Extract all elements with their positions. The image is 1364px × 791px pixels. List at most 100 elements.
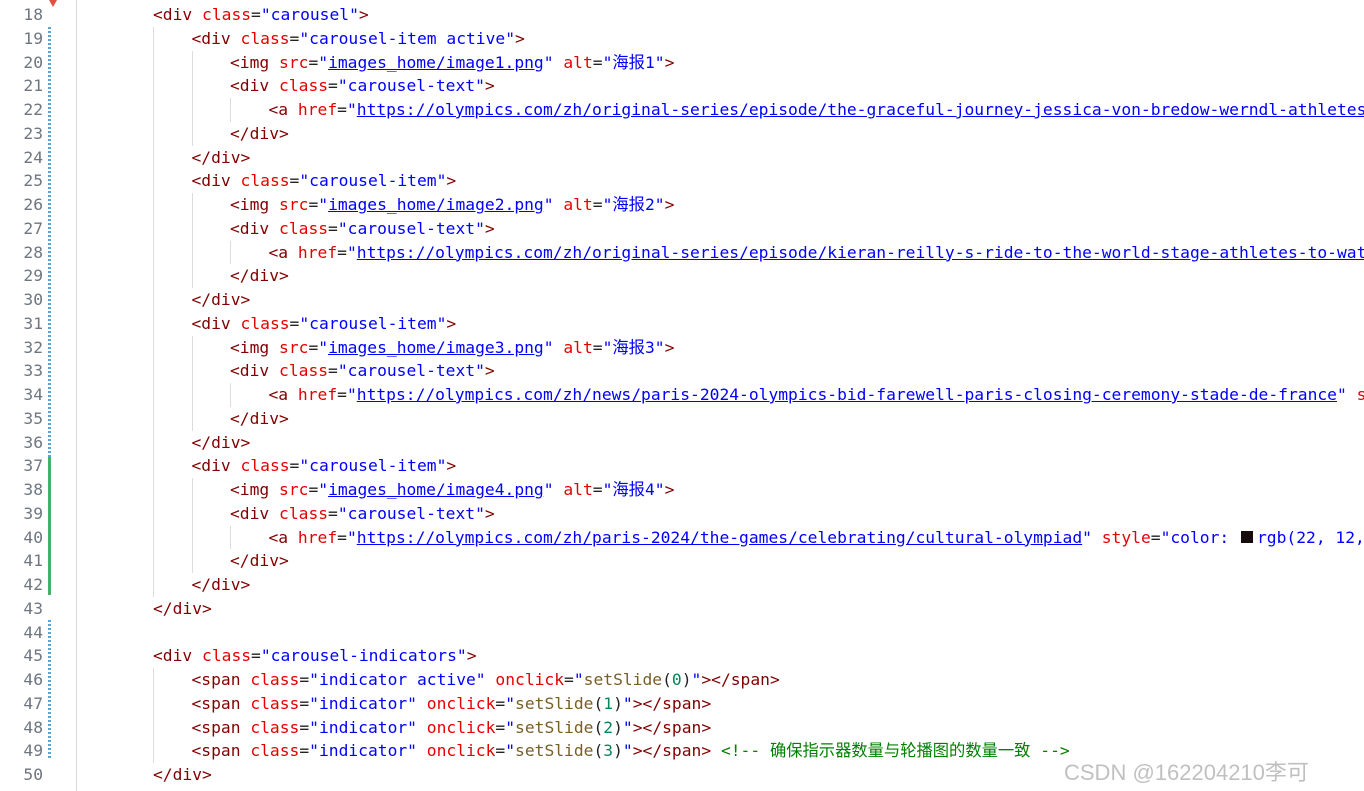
code-line[interactable]: <img src="images_home/image4.png" alt="海… bbox=[230, 478, 674, 502]
punctuation-token bbox=[417, 741, 427, 760]
indent-guide bbox=[153, 478, 154, 502]
string-token: "carousel-text" bbox=[337, 503, 485, 523]
code-line[interactable]: <div class="carousel-text"> bbox=[230, 502, 495, 526]
code-line[interactable]: <img src="images_home/image2.png" alt="海… bbox=[230, 193, 674, 217]
diff-added-bar[interactable] bbox=[48, 457, 51, 595]
link-token[interactable]: https://olympics.com/zh/original-series/… bbox=[357, 100, 1364, 119]
tag-token: > bbox=[446, 313, 457, 333]
code-line[interactable]: <div class="carousel-item"> bbox=[192, 454, 457, 478]
punctuation-token: = bbox=[299, 670, 310, 689]
tag-token: <div bbox=[230, 218, 270, 238]
code-line[interactable]: <a href="https://olympics.com/zh/paris-2… bbox=[269, 526, 1364, 550]
punctuation-token: = bbox=[337, 100, 347, 119]
indent-guide bbox=[153, 264, 154, 288]
diff-modified-bar[interactable] bbox=[48, 27, 51, 484]
link-token[interactable]: images_home/image4.png bbox=[328, 480, 544, 499]
indent-guide bbox=[230, 383, 231, 407]
indent-guide bbox=[191, 98, 193, 122]
indent-guide bbox=[191, 478, 193, 502]
indent-guide bbox=[191, 74, 193, 98]
code-line[interactable]: </div> bbox=[153, 597, 212, 621]
diff-modified-bar[interactable] bbox=[48, 620, 51, 760]
code-line[interactable]: </div> bbox=[153, 763, 212, 787]
string-token: rgb(22, 12, 12);" bbox=[1257, 527, 1364, 547]
tag-token: <a bbox=[268, 385, 289, 404]
indent-guide bbox=[153, 430, 154, 455]
code-line[interactable]: </div> bbox=[192, 146, 251, 170]
code-line[interactable]: <div class="carousel-text"> bbox=[230, 217, 495, 241]
indent-guide bbox=[191, 525, 193, 550]
attribute-token: class bbox=[250, 693, 300, 713]
attribute-token: alt bbox=[563, 480, 593, 499]
punctuation-token: ( bbox=[662, 670, 672, 689]
code-line[interactable]: <a href="https://olympics.com/zh/origina… bbox=[269, 98, 1364, 122]
punctuation-token: = bbox=[337, 527, 347, 547]
string-token: " bbox=[691, 670, 702, 689]
line-number: 29 bbox=[23, 266, 43, 286]
tag-token: <div bbox=[191, 171, 231, 191]
code-line[interactable]: <div class="carousel-text"> bbox=[230, 359, 495, 383]
code-line[interactable]: <div class="carousel"> bbox=[153, 3, 369, 27]
link-token[interactable]: images_home/image3.png bbox=[328, 338, 544, 357]
gutter-divider bbox=[76, 0, 77, 791]
link-token[interactable]: https://olympics.com/zh/news/paris-2024-… bbox=[357, 385, 1337, 404]
tag-token: > bbox=[664, 195, 675, 214]
code-line[interactable]: <span class="indicator" onclick="setSlid… bbox=[192, 692, 712, 716]
code-line[interactable]: </div> bbox=[192, 431, 251, 455]
punctuation-token bbox=[417, 718, 427, 737]
code-line[interactable]: <a href="https://olympics.com/zh/news/pa… bbox=[269, 383, 1364, 407]
tag-token: </div> bbox=[153, 598, 212, 618]
code-line[interactable]: <span class="indicator" onclick="setSlid… bbox=[192, 716, 712, 740]
tag-token: <img bbox=[230, 337, 270, 357]
code-line[interactable]: </div> bbox=[230, 407, 289, 431]
color-swatch-icon[interactable] bbox=[1241, 531, 1253, 543]
code-line[interactable]: </div> bbox=[192, 288, 251, 312]
indent-guide bbox=[153, 359, 154, 383]
tag-token: > bbox=[446, 456, 457, 476]
tag-token: <span bbox=[191, 741, 241, 761]
indent-guide bbox=[191, 216, 193, 241]
punctuation-token bbox=[269, 53, 279, 72]
punctuation-token bbox=[554, 338, 564, 357]
link-token[interactable]: https://olympics.com/zh/original-series/… bbox=[357, 243, 1364, 262]
punctuation-token bbox=[288, 100, 298, 119]
punctuation-token bbox=[554, 53, 564, 72]
code-line[interactable]: <div class="carousel-item"> bbox=[192, 169, 457, 193]
line-number: 31 bbox=[23, 313, 43, 333]
code-line[interactable]: </div> bbox=[230, 264, 289, 288]
code-line[interactable]: <span class="indicator active" onclick="… bbox=[192, 668, 780, 692]
code-line[interactable]: <span class="indicator" onclick="setSlid… bbox=[192, 739, 1070, 763]
punctuation-token bbox=[231, 171, 241, 190]
link-token[interactable]: images_home/image1.png bbox=[328, 53, 544, 72]
tag-token: <img bbox=[230, 52, 270, 72]
code-line[interactable]: </div> bbox=[192, 573, 251, 597]
code-line[interactable]: <img src="images_home/image3.png" alt="海… bbox=[230, 336, 674, 360]
punctuation-token bbox=[192, 5, 202, 24]
attribute-token: class bbox=[279, 503, 329, 523]
code-line[interactable]: </div> bbox=[230, 122, 289, 146]
code-line[interactable]: <img src="images_home/image1.png" alt="海… bbox=[230, 51, 674, 75]
tag-token: <a bbox=[268, 100, 289, 119]
code-editor[interactable]: 18 19 20 21 22 23 24 25 26 27 28 29 30 31 32 33 34 35 36 37… bbox=[0, 0, 1364, 791]
code-line[interactable]: <a href="https://olympics.com/zh/origina… bbox=[269, 241, 1364, 265]
code-line[interactable]: <div class="carousel-text"> bbox=[230, 74, 495, 98]
deleted-line-marker-icon[interactable] bbox=[49, 0, 57, 7]
attribute-token: onclick bbox=[495, 670, 565, 689]
line-number: 30 bbox=[23, 290, 43, 309]
code-line[interactable]: <div class="carousel-item active"> bbox=[192, 27, 525, 51]
string-token: " bbox=[505, 693, 516, 713]
string-token: "海报2" bbox=[602, 195, 665, 214]
punctuation-token bbox=[231, 29, 241, 48]
punctuation-token: = bbox=[337, 242, 347, 262]
line-number: 36 bbox=[23, 432, 43, 452]
tag-token: > bbox=[664, 337, 675, 357]
code-line[interactable]: </div> bbox=[230, 549, 289, 573]
code-line[interactable]: <div class="carousel-indicators"> bbox=[153, 644, 477, 668]
line-number: 32 bbox=[23, 337, 43, 357]
string-token: "carousel-text" bbox=[337, 218, 485, 238]
link-token[interactable]: images_home/image2.png bbox=[328, 195, 544, 214]
indent-guide bbox=[191, 121, 193, 146]
indent-guide bbox=[153, 454, 154, 478]
link-token[interactable]: https://olympics.com/zh/paris-2024/the-g… bbox=[357, 528, 1082, 547]
code-line[interactable]: <div class="carousel-item"> bbox=[192, 312, 457, 336]
